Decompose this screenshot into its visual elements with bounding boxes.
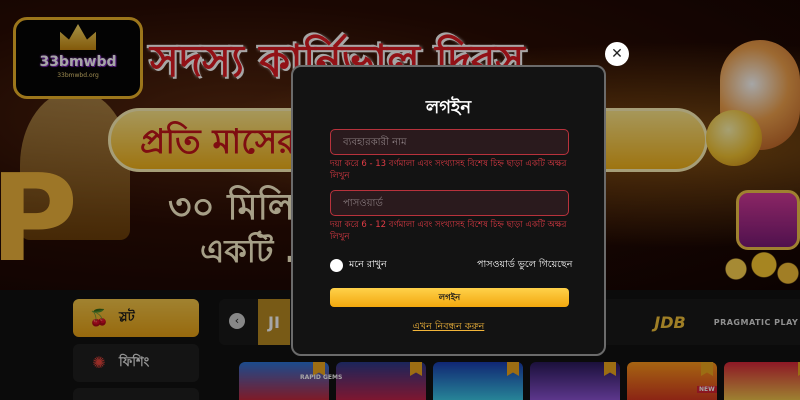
remember-me-radio[interactable] bbox=[330, 259, 343, 272]
password-error: দয়া করে 6 - 12 বর্ণমালা এবং সংখ্যাসহ বি… bbox=[330, 220, 567, 242]
username-input[interactable] bbox=[330, 129, 569, 155]
forgot-password-link[interactable]: পাসওয়ার্ড ভুলে গিয়েছেন bbox=[477, 258, 572, 273]
page: P সদস্য কার্নিভাল দিবস প্রতি মাসের ... র… bbox=[0, 0, 800, 400]
remember-me-label: মনে রাখুন bbox=[349, 259, 387, 270]
username-error: দয়া করে 6 - 13 বর্ণমালা এবং সংখ্যাসহ বি… bbox=[330, 159, 567, 181]
login-button[interactable]: লগইন bbox=[330, 288, 569, 307]
password-input[interactable] bbox=[330, 190, 569, 216]
register-link[interactable]: এখন নিবন্ধন করুন bbox=[293, 320, 604, 335]
login-modal: লগইন দয়া করে 6 - 13 বর্ণমালা এবং সংখ্যা… bbox=[291, 65, 606, 356]
close-icon[interactable]: ✕ bbox=[605, 42, 629, 66]
remember-me-toggle[interactable]: মনে রাখুন bbox=[330, 258, 387, 273]
modal-title: লগইন bbox=[425, 97, 472, 118]
